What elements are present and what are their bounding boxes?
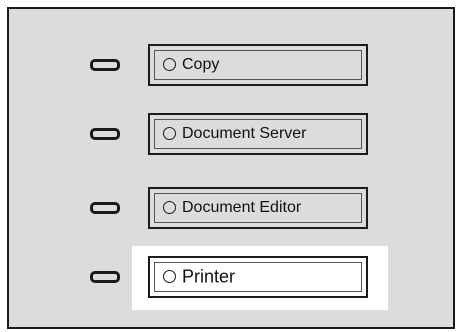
printer-button-label: Printer	[182, 266, 236, 287]
document-editor-button-face: Document Editor	[154, 193, 362, 223]
printer-button-face: Printer	[154, 262, 362, 292]
document-server-button-face: Document Server	[154, 119, 362, 149]
copy-indicator-led	[90, 59, 120, 71]
document-server-indicator-led	[90, 128, 120, 140]
document-editor-radio-icon	[163, 201, 176, 214]
printer-radio-icon	[163, 270, 176, 283]
document-server-radio-icon	[163, 127, 176, 140]
printer-button[interactable]: Printer	[148, 256, 368, 298]
document-editor-button-label: Document Editor	[182, 199, 302, 216]
document-editor-button[interactable]: Document Editor	[148, 187, 368, 229]
mode-row-document-server: Document Server	[90, 113, 380, 157]
document-server-button[interactable]: Document Server	[148, 113, 368, 155]
copy-button-face: Copy	[154, 50, 362, 80]
copy-button[interactable]: Copy	[148, 44, 368, 86]
mode-row-copy: Copy	[90, 44, 380, 88]
copy-button-label: Copy	[182, 56, 220, 73]
copy-radio-icon	[163, 58, 176, 71]
mode-row-printer: Printer	[90, 256, 380, 300]
document-editor-indicator-led	[90, 202, 120, 214]
printer-indicator-led	[90, 271, 120, 283]
mode-row-document-editor: Document Editor	[90, 187, 380, 231]
document-server-button-label: Document Server	[182, 125, 307, 142]
